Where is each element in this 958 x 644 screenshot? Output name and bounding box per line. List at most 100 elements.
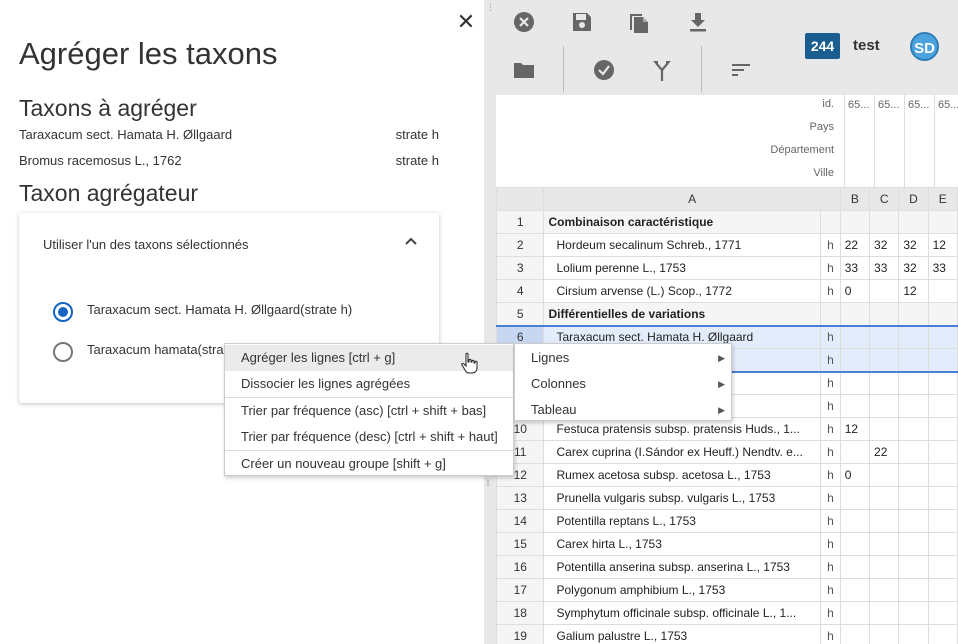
value-cell[interactable] [898,348,929,373]
stratum-cell[interactable]: h [820,624,841,644]
taxon-name[interactable]: Potentilla reptans L., 1753 [543,509,822,533]
taxon-name[interactable]: Carex hirta L., 1753 [543,532,822,556]
panel-title[interactable]: Utiliser l'un des taxons sélectionnés [43,237,249,252]
value-cell[interactable]: 0 [839,463,871,487]
group-name[interactable]: Différentielles de variations [543,302,822,326]
value-cell[interactable] [869,302,900,326]
value-cell[interactable] [927,509,958,533]
value-cell[interactable] [839,624,871,644]
value-cell[interactable] [927,302,958,326]
taxon-name[interactable]: Potentilla anserina subsp. anserina L., … [543,555,822,579]
table-row[interactable]: 2 Hordeum secalinum Schreb., 1771 h 22 32 32 1… [496,233,958,257]
radio-label[interactable]: Taraxacum hamata(stra [87,342,224,357]
value-cell[interactable] [869,417,900,441]
taxon-name[interactable]: Rumex acetosa subsp. acetosa L., 1753 [543,463,822,487]
table-row[interactable]: 18 Symphytum officinale subsp. officinale… [496,601,958,625]
table-row[interactable]: 16 Potentilla anserina subsp. anserina L.… [496,555,958,579]
menu-item-dissociate-rows[interactable]: Dissocier les lignes agrégées [225,371,513,397]
row-number[interactable]: 18 [496,601,545,625]
stratum-cell[interactable]: h [820,324,841,349]
value-cell[interactable] [869,555,900,579]
avatar[interactable]: SD [910,32,939,61]
value-cell[interactable] [898,440,929,464]
value-cell[interactable] [869,509,900,533]
copy-icon[interactable] [626,9,652,35]
value-cell[interactable] [898,601,929,625]
value-cell[interactable] [927,417,958,441]
value-cell[interactable] [869,463,900,487]
value-cell[interactable] [839,348,871,373]
column-header-c[interactable]: C [869,187,900,211]
value-cell[interactable] [927,348,958,373]
row-number[interactable]: 2 [496,233,545,257]
folder-icon[interactable] [511,57,537,83]
group-row[interactable]: 5 Différentielles de variations [496,302,958,326]
value-cell[interactable] [927,440,958,464]
value-cell[interactable]: 22 [869,440,900,464]
value-cell[interactable] [869,532,900,556]
row-number[interactable]: 13 [496,486,545,510]
value-cell[interactable] [927,532,958,556]
stratum-cell[interactable] [820,302,841,326]
value-cell[interactable] [839,486,871,510]
taxon-name[interactable]: Carex cuprina (I.Sándor ex Heuff.) Nendt… [543,440,822,464]
radio-option-selected[interactable] [53,302,73,322]
menu-item-rows[interactable]: Lignes ▶ [515,345,731,371]
download-icon[interactable] [685,9,711,35]
table-row[interactable]: 14 Potentilla reptans L., 1753 h [496,509,958,533]
row-number[interactable]: 4 [496,279,545,303]
value-cell[interactable] [927,371,958,395]
check-circle-icon[interactable] [591,57,617,83]
cancel-circle-icon[interactable] [511,9,537,35]
table-row[interactable]: 3 Lolium perenne L., 1753 h 33 33 32 33 [496,256,958,280]
value-cell[interactable] [839,302,871,326]
value-cell[interactable] [869,394,900,418]
menu-item-columns[interactable]: Colonnes ▶ [515,371,731,397]
value-cell[interactable]: 32 [898,233,929,257]
stratum-cell[interactable]: h [820,440,841,464]
menu-item-new-group[interactable]: Créer un nouveau groupe [shift + g] [225,451,513,477]
value-cell[interactable] [839,509,871,533]
value-cell[interactable] [869,601,900,625]
menu-item-table[interactable]: Tableau ▶ [515,397,731,423]
taxon-name[interactable]: Hordeum secalinum Schreb., 1771 [543,233,822,257]
value-cell[interactable] [869,324,900,349]
value-cell[interactable]: 33 [839,256,871,280]
value-cell[interactable] [898,324,929,349]
value-cell[interactable] [927,279,958,303]
value-cell[interactable]: 0 [839,279,871,303]
save-icon[interactable] [569,9,595,35]
column-header-e[interactable]: E [927,187,958,211]
value-cell[interactable] [898,302,929,326]
stratum-cell[interactable]: h [820,601,841,625]
stratum-cell[interactable]: h [820,348,841,373]
group-name[interactable]: Combinaison caractéristique [543,210,822,234]
value-cell[interactable] [898,394,929,418]
value-cell[interactable]: 12 [839,417,871,441]
stratum-cell[interactable]: h [820,486,841,510]
value-cell[interactable] [927,463,958,487]
stratum-cell[interactable]: h [820,463,841,487]
value-cell[interactable] [927,578,958,602]
stratum-cell[interactable]: h [820,532,841,556]
taxon-name[interactable]: Cirsium arvense (L.) Scop., 1772 [543,279,822,303]
value-cell[interactable] [869,371,900,395]
column-header-b[interactable]: B [839,187,871,211]
sort-icon[interactable] [729,57,755,83]
table-row[interactable]: 17 Polygonum amphibium L., 1753 h [496,578,958,602]
stratum-cell[interactable]: h [820,394,841,418]
row-number[interactable]: 14 [496,509,545,533]
value-cell[interactable] [927,555,958,579]
stratum-cell[interactable]: h [820,279,841,303]
value-cell[interactable] [839,601,871,625]
taxon-name[interactable]: Polygonum amphibium L., 1753 [543,578,822,602]
value-cell[interactable] [869,279,900,303]
value-cell[interactable] [869,624,900,644]
taxon-name[interactable]: Galium palustre L., 1753 [543,624,822,644]
taxon-name[interactable]: Symphytum officinale subsp. officinale L… [543,601,822,625]
taxon-name[interactable]: Lolium perenne L., 1753 [543,256,822,280]
table-row[interactable]: 11 Carex cuprina (I.Sándor ex Heuff.) Nen… [496,440,958,464]
table-row[interactable]: 13 Prunella vulgaris subsp. vulgaris L., … [496,486,958,510]
value-cell[interactable] [898,532,929,556]
row-number[interactable]: 17 [496,578,545,602]
